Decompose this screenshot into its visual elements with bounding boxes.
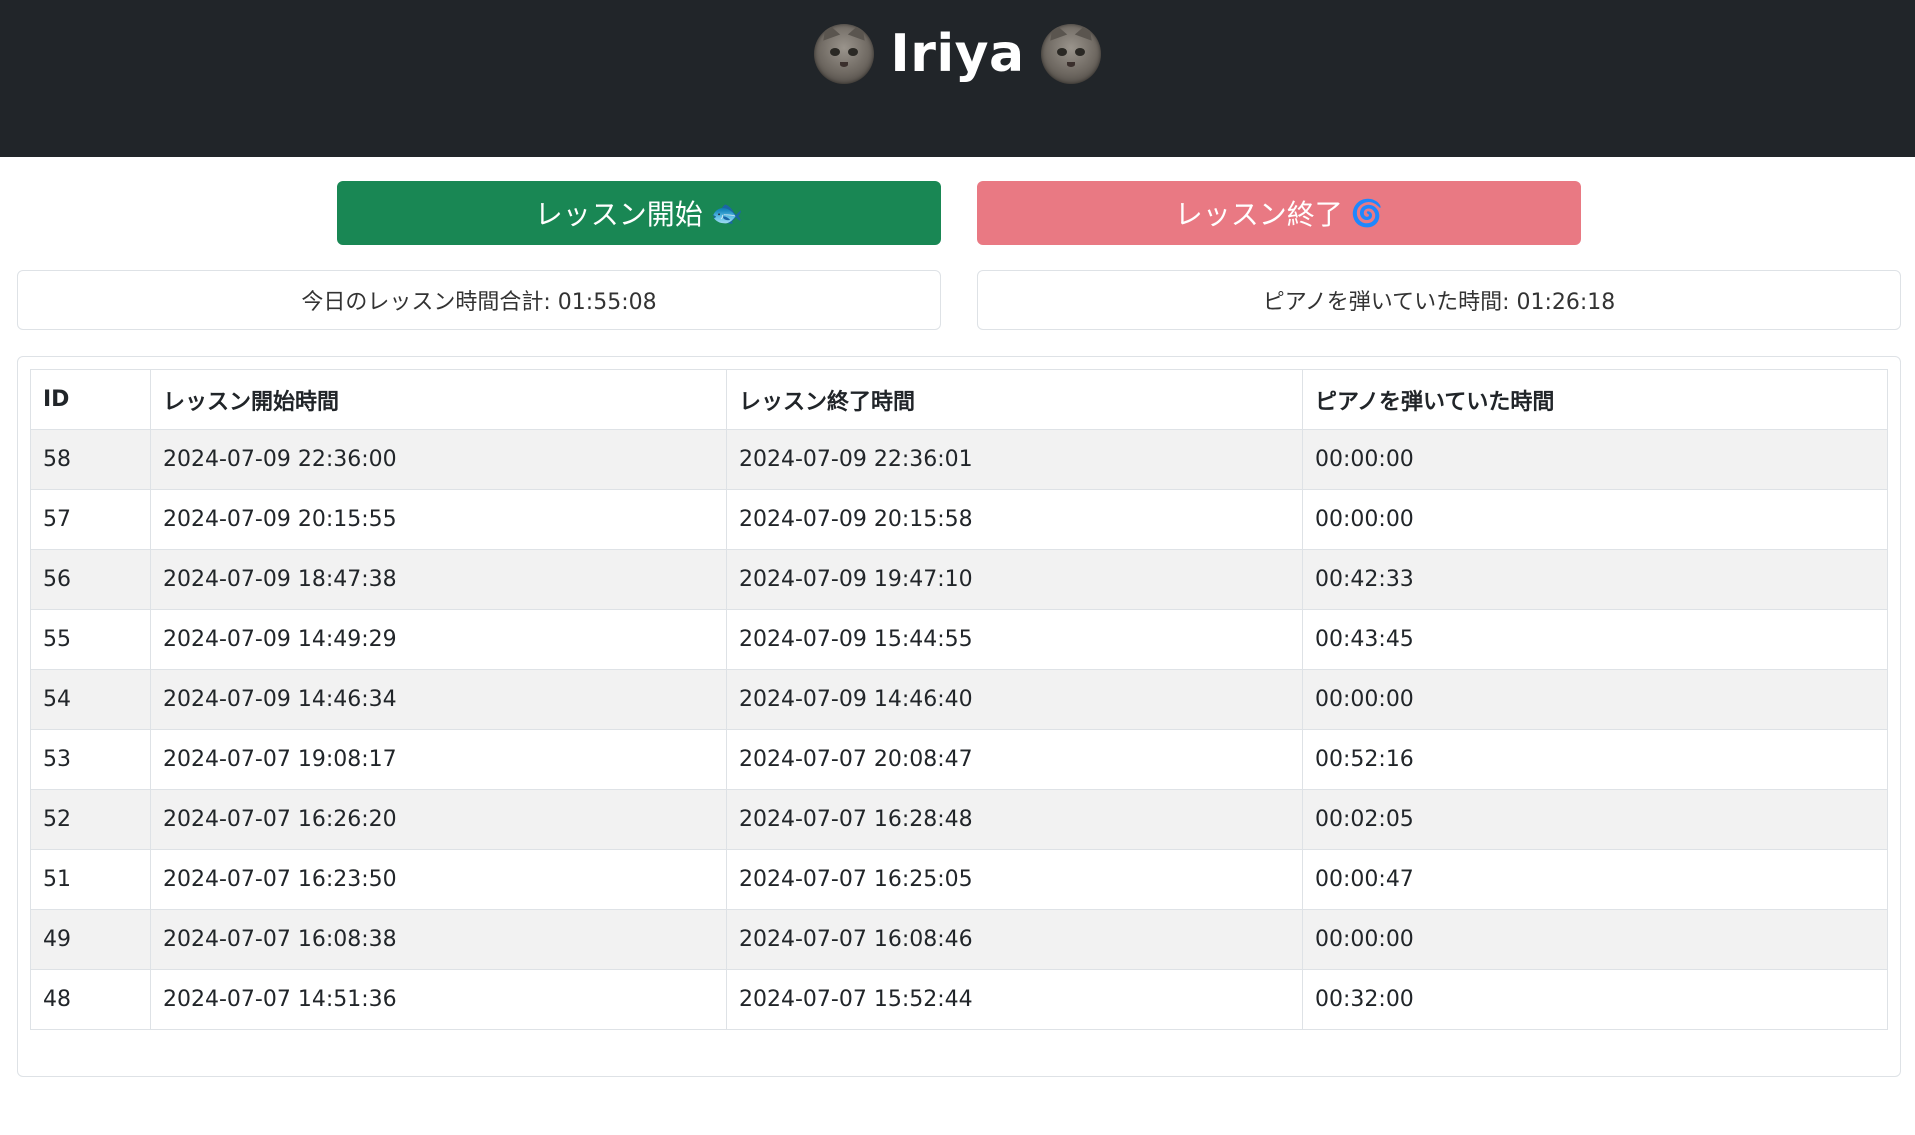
cell-piano-time: 00:43:45 — [1302, 609, 1888, 670]
cell-start-time: 2024-07-07 16:08:38 — [150, 909, 727, 970]
table-row: 48 2024-07-07 14:51:36 2024-07-07 15:52:44… — [30, 969, 1888, 1030]
cell-end-time: 2024-07-09 20:15:58 — [726, 489, 1303, 550]
fish-icon: 🐟 — [710, 198, 744, 228]
cell-end-time: 2024-07-07 16:08:46 — [726, 909, 1303, 970]
cell-id: 51 — [30, 849, 151, 910]
cell-start-time: 2024-07-09 22:36:00 — [150, 429, 727, 490]
column-header-end: レッスン終了時間 — [726, 369, 1303, 430]
cell-end-time: 2024-07-09 22:36:01 — [726, 429, 1303, 490]
cell-end-time: 2024-07-07 15:52:44 — [726, 969, 1303, 1030]
cat-photo-icon — [1040, 24, 1101, 84]
cell-id: 58 — [30, 429, 151, 490]
cell-piano-time: 00:00:47 — [1302, 849, 1888, 910]
cell-id: 54 — [30, 669, 151, 730]
start-lesson-label: レッスン開始 — [534, 199, 703, 230]
cell-id: 57 — [30, 489, 151, 550]
cell-start-time: 2024-07-09 20:15:55 — [150, 489, 727, 550]
cell-piano-time: 00:00:00 — [1302, 489, 1888, 550]
cell-piano-time: 00:00:00 — [1302, 429, 1888, 490]
cell-piano-time: 00:32:00 — [1302, 969, 1888, 1030]
today-total-text: 今日のレッスン時間合計: 01:55:08 — [301, 290, 657, 315]
swirl-icon: 🌀 — [1350, 198, 1384, 228]
cat-photo-icon — [814, 24, 875, 84]
table-row: 51 2024-07-07 16:23:50 2024-07-07 16:25:05… — [30, 849, 1888, 910]
end-lesson-label: レッスン終了 — [1174, 199, 1343, 230]
column-header-start: レッスン開始時間 — [150, 369, 727, 430]
cell-end-time: 2024-07-09 19:47:10 — [726, 549, 1303, 610]
table-row: 57 2024-07-09 20:15:55 2024-07-09 20:15:58… — [30, 489, 1888, 550]
cell-start-time: 2024-07-09 18:47:38 — [150, 549, 727, 610]
cell-end-time: 2024-07-07 20:08:47 — [726, 729, 1303, 790]
cell-end-time: 2024-07-07 16:28:48 — [726, 789, 1303, 850]
cell-piano-time: 00:02:05 — [1302, 789, 1888, 850]
cell-end-time: 2024-07-09 15:44:55 — [726, 609, 1303, 670]
table-row: 56 2024-07-09 18:47:38 2024-07-09 19:47:10… — [30, 549, 1888, 610]
cell-start-time: 2024-07-09 14:46:34 — [150, 669, 727, 730]
cell-start-time: 2024-07-07 14:51:36 — [150, 969, 727, 1030]
cell-end-time: 2024-07-09 14:46:40 — [726, 669, 1303, 730]
cell-id: 53 — [30, 729, 151, 790]
navbar: Iriya — [0, 0, 1915, 157]
today-total-card: 今日のレッスン時間合計: 01:55:08 — [17, 270, 941, 330]
lessons-card: ID レッスン開始時間 レッスン終了時間 ピアノを弾いていた時間 58 2024-… — [17, 356, 1901, 1077]
cell-start-time: 2024-07-09 14:49:29 — [150, 609, 727, 670]
column-header-id: ID — [30, 369, 151, 430]
cell-id: 49 — [30, 909, 151, 970]
lessons-table: ID レッスン開始時間 レッスン終了時間 ピアノを弾いていた時間 58 2024-… — [30, 369, 1888, 1030]
piano-time-text: ピアノを弾いていた時間: 01:26:18 — [1262, 290, 1616, 315]
column-header-piano: ピアノを弾いていた時間 — [1302, 369, 1888, 430]
cell-start-time: 2024-07-07 19:08:17 — [150, 729, 727, 790]
cell-start-time: 2024-07-07 16:23:50 — [150, 849, 727, 910]
table-row: 53 2024-07-07 19:08:17 2024-07-07 20:08:47… — [30, 729, 1888, 790]
table-row: 58 2024-07-09 22:36:00 2024-07-09 22:36:01… — [30, 429, 1888, 490]
cell-start-time: 2024-07-07 16:26:20 — [150, 789, 727, 850]
table-row: 55 2024-07-09 14:49:29 2024-07-09 15:44:55… — [30, 609, 1888, 670]
end-lesson-button[interactable]: レッスン終了 🌀 — [977, 181, 1581, 245]
cell-id: 52 — [30, 789, 151, 850]
start-lesson-button[interactable]: レッスン開始 🐟 — [337, 181, 941, 245]
cell-id: 48 — [30, 969, 151, 1030]
table-header-row: ID レッスン開始時間 レッスン終了時間 ピアノを弾いていた時間 — [30, 369, 1888, 430]
table-row: 54 2024-07-09 14:46:34 2024-07-09 14:46:40… — [30, 669, 1888, 730]
cell-end-time: 2024-07-07 16:25:05 — [726, 849, 1303, 910]
cell-id: 56 — [30, 549, 151, 610]
cell-piano-time: 00:00:00 — [1302, 669, 1888, 730]
piano-time-card: ピアノを弾いていた時間: 01:26:18 — [977, 270, 1901, 330]
table-row: 49 2024-07-07 16:08:38 2024-07-07 16:08:46… — [30, 909, 1888, 970]
cell-id: 55 — [30, 609, 151, 670]
brand: Iriya — [0, 24, 1915, 84]
table-row: 52 2024-07-07 16:26:20 2024-07-07 16:28:48… — [30, 789, 1888, 850]
cell-piano-time: 00:42:33 — [1302, 549, 1888, 610]
app-title: Iriya — [890, 24, 1025, 84]
cell-piano-time: 00:52:16 — [1302, 729, 1888, 790]
cell-piano-time: 00:00:00 — [1302, 909, 1888, 970]
